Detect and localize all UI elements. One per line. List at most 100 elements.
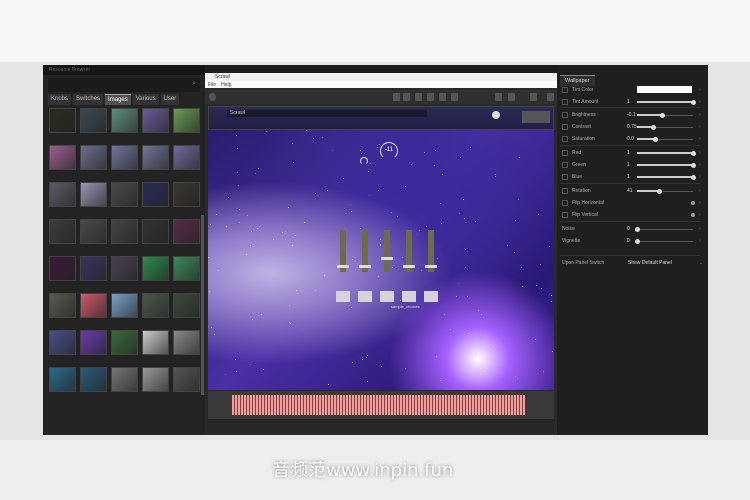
chevron-icon[interactable]: › [699,174,701,180]
image-thumbnail[interactable] [142,293,169,318]
red-value[interactable]: 1 [627,150,630,156]
flip-horizontal-toggle[interactable] [691,201,695,205]
image-thumbnail[interactable] [80,108,107,133]
pad-button[interactable] [402,291,416,302]
image-thumbnail[interactable] [49,293,76,318]
panel-switch-select[interactable]: Show Default Panel [628,260,672,266]
image-thumbnail[interactable] [49,367,76,392]
toolbar-button[interactable] [508,93,515,101]
noise-slider[interactable] [635,227,693,232]
image-thumbnail[interactable] [142,108,169,133]
image-thumbnail[interactable] [111,330,138,355]
fader[interactable] [403,230,415,272]
piano-keyboard[interactable] [232,395,525,415]
image-thumbnail[interactable] [49,182,76,207]
fader-handle[interactable] [381,257,393,261]
pad-button[interactable] [358,291,372,302]
fader[interactable] [359,230,371,272]
small-knob[interactable] [360,157,368,165]
image-thumbnail[interactable] [173,330,200,355]
fader[interactable] [337,230,349,272]
chevron-icon[interactable]: › [699,188,701,194]
brightness-slider[interactable] [637,113,693,118]
chevron-icon[interactable]: › [699,200,701,206]
instrument-name[interactable]: Scrawl [227,110,427,117]
blue-slider[interactable] [637,175,696,180]
chevron-icon[interactable]: › [699,212,701,218]
image-thumbnail[interactable] [142,367,169,392]
tint-amount-slider[interactable] [637,100,696,105]
slider-handle[interactable] [635,239,640,244]
menu-help[interactable]: Help [221,82,231,88]
chevron-icon[interactable]: › [699,99,701,105]
image-thumbnail[interactable] [49,219,76,244]
image-thumbnail[interactable] [173,293,200,318]
main-knob[interactable]: -11 [380,142,398,160]
image-thumbnail[interactable] [111,256,138,281]
slider-handle[interactable] [660,113,666,118]
chevron-icon[interactable]: › [699,150,701,156]
pad-button[interactable] [424,291,438,302]
slider-handle[interactable] [691,175,696,180]
fader-handle[interactable] [403,265,415,269]
chevron-icon[interactable]: › [699,112,701,118]
toolbar-button[interactable] [427,93,434,101]
contrast-slider[interactable] [637,125,693,130]
image-thumbnail[interactable] [80,182,107,207]
rotation-slider[interactable] [637,189,693,194]
blue-value[interactable]: 1 [627,174,630,180]
image-thumbnail[interactable] [142,182,169,207]
tab-various[interactable]: Various [132,94,159,105]
toolbar-button[interactable] [403,93,410,101]
tab-user[interactable]: User [160,94,180,105]
toolbar-button[interactable] [547,93,554,101]
image-thumbnail[interactable] [111,145,138,170]
chevron-icon[interactable]: › [699,226,701,232]
slider-handle[interactable] [657,189,663,194]
image-thumbnail[interactable] [142,256,169,281]
image-thumbnail[interactable] [173,219,200,244]
vignette-value[interactable]: 0 [627,238,630,244]
slider-handle[interactable] [691,163,696,168]
pad-button[interactable] [336,291,350,302]
search-input[interactable]: ⌕ [48,78,200,92]
vignette-slider[interactable] [635,239,693,244]
noise-value[interactable]: 0 [627,226,630,232]
settings-icon[interactable] [209,93,216,101]
image-thumbnail[interactable] [111,182,138,207]
toolbar-button[interactable] [495,93,502,101]
fader-handle[interactable] [359,265,371,269]
slider-handle[interactable] [653,137,659,142]
image-thumbnail[interactable] [111,367,138,392]
image-thumbnail[interactable] [80,256,107,281]
tab-knobs[interactable]: Knobs [48,94,72,105]
chevron-icon[interactable]: › [699,162,701,168]
flip-vertical-toggle[interactable] [691,213,695,217]
image-thumbnail[interactable] [173,108,200,133]
scrollbar[interactable] [201,215,204,395]
image-thumbnail[interactable] [49,330,76,355]
image-thumbnail[interactable] [142,219,169,244]
image-thumbnail[interactable] [49,145,76,170]
image-thumbnail[interactable] [80,330,107,355]
image-thumbnail[interactable] [173,182,200,207]
image-thumbnail[interactable] [80,367,107,392]
chevron-icon[interactable]: › [699,124,701,130]
image-thumbnail[interactable] [49,256,76,281]
pad-button[interactable] [380,291,394,302]
rotation-value[interactable]: 41 [627,188,633,194]
toolbar-button[interactable] [451,93,458,101]
tint-amount-value[interactable]: 1 [627,99,630,105]
green-slider[interactable] [637,163,696,168]
image-thumbnail[interactable] [173,145,200,170]
image-thumbnail[interactable] [80,145,107,170]
tint-color-swatch[interactable] [637,86,692,93]
tune-knob[interactable] [492,111,500,119]
toolbar-button[interactable] [393,93,400,101]
tab-images[interactable]: Images [105,94,131,105]
toolbar-button[interactable] [415,93,422,101]
fader[interactable] [425,230,437,272]
saturation-value[interactable]: 0.0 [627,136,634,142]
fader-handle[interactable] [425,265,437,269]
image-thumbnail[interactable] [142,330,169,355]
